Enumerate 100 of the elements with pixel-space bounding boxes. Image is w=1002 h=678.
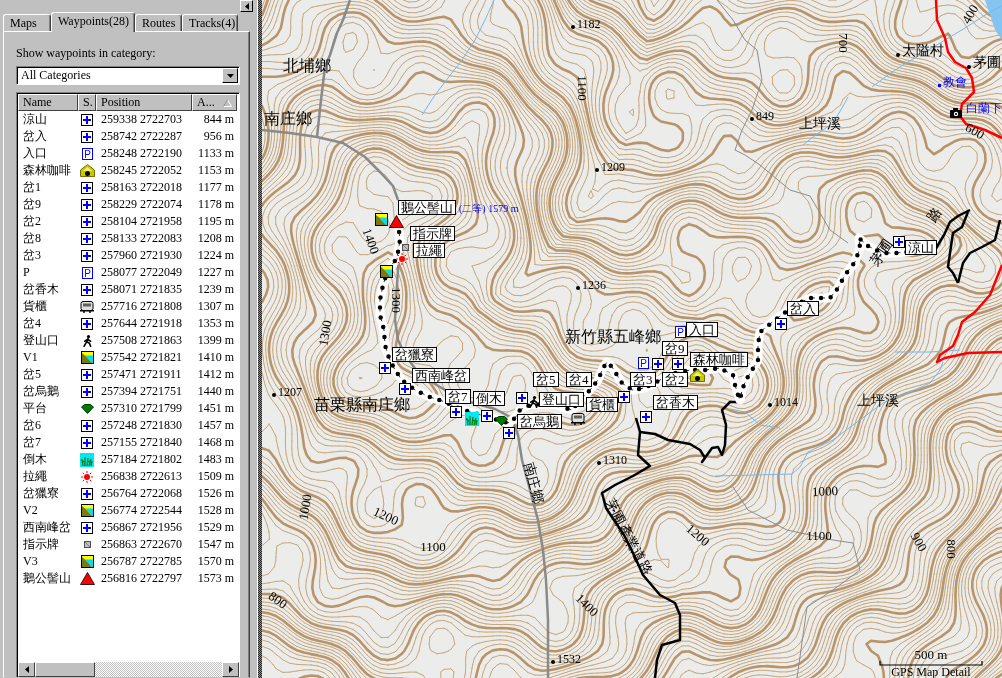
table-cell-text: 258163 2722018 [100, 179, 183, 196]
table-cell-text: 岔6 [22, 417, 42, 434]
grass-icon [80, 452, 94, 467]
plus-icon [672, 358, 684, 370]
summit-elevation-label: (二等) 1579 m [459, 204, 519, 214]
waypoint-label: 登山口 [539, 392, 584, 407]
table-cell-text: 258742 2722287 [100, 128, 183, 145]
table-cell-text: 258248 2722190 [100, 145, 183, 162]
table-cell-text: 1570 m [196, 553, 235, 570]
contour-label: 1000 [296, 493, 314, 521]
plus-icon [81, 368, 93, 381]
table-cell-text: 257248 2721830 [100, 417, 183, 434]
splitter[interactable] [255, 0, 262, 678]
plus-icon [81, 521, 93, 534]
contour-label: 1200 [371, 504, 401, 528]
table-cell-text: 1483 m [196, 451, 235, 468]
table-cell-text: V2 [22, 502, 39, 519]
column-header[interactable]: Name [18, 94, 78, 111]
waypoint-label: 岔烏鵝 [517, 414, 562, 429]
table-cell-text: 1177 m [197, 179, 235, 196]
waypoint-label: 鵝公髻山 [398, 200, 456, 215]
waypoint-label: 貨櫃 [586, 397, 618, 412]
column-header[interactable]: A... [192, 94, 237, 111]
table-cell-text: 256863 2722670 [100, 536, 183, 553]
table-cell-text: 257542 2721821 [100, 349, 183, 366]
point-marker-icon [576, 286, 580, 290]
table-cell-text: 1307 m [196, 298, 235, 315]
map-caption: GPS Map Detail [891, 666, 971, 678]
table-cell-text: 257310 2721799 [100, 400, 183, 417]
waypoint-label: 倒木 [473, 391, 505, 406]
table-cell-text: 258071 2721835 [100, 281, 183, 298]
tab[interactable]: Maps [3, 14, 51, 31]
table-cell-text: V1 [22, 349, 39, 366]
table-cell-text: 1529 m [196, 519, 235, 536]
road-name: 南庄鄉 [520, 460, 546, 506]
place-name: 白蘭下 [966, 102, 1002, 114]
collapse-button[interactable] [240, 0, 253, 12]
road-name: 路 [925, 205, 945, 225]
table-cell-text: 涼山 [22, 111, 48, 128]
tab[interactable]: Routes [135, 14, 182, 31]
table-cell-text: 844 m [202, 111, 235, 128]
waypoint-label: 涼山 [905, 240, 937, 255]
table-cell-text: 1399 m [196, 332, 235, 349]
table-cell-text: 956 m [202, 128, 235, 145]
contour-label: 700 [836, 33, 850, 53]
contour-label: 1200 [683, 521, 713, 549]
stream-name: 上坪溪 [857, 393, 899, 408]
table-cell-text: 1457 m [196, 417, 235, 434]
table-cell-text: 1153 m [197, 162, 235, 179]
spot-height-label: 1209 [601, 161, 625, 173]
table-cell-text: 1451 m [196, 400, 235, 417]
scroll-left-button[interactable] [18, 662, 35, 677]
table-cell-text: 257508 2721863 [100, 332, 183, 349]
parking-icon: P [81, 266, 93, 279]
table-cell-text: 岔香木 [22, 281, 60, 298]
plus-icon [379, 362, 391, 374]
spot-height-label: 1310 [603, 454, 627, 466]
table-cell-text: 1208 m [196, 230, 235, 247]
plus-icon [652, 358, 664, 370]
hiker-icon [82, 334, 92, 347]
point-marker-icon [896, 53, 900, 57]
tab[interactable]: Tracks(4) [182, 14, 238, 31]
table-cell-text: 258077 2722049 [100, 264, 183, 281]
plus-icon [81, 113, 93, 126]
category-label: Show waypoints in category: [16, 46, 157, 60]
topographic-map[interactable] [262, 0, 1002, 678]
column-header[interactable]: S. [78, 94, 96, 111]
table-cell-text: 鵝公髻山 [22, 570, 72, 587]
tab[interactable]: Waypoints(28) [51, 12, 135, 32]
region-name: 南庄鄉 [264, 110, 312, 127]
category-dropdown[interactable]: All Categories [16, 66, 240, 85]
plus-icon [81, 317, 93, 330]
column-header[interactable]: Position [96, 94, 192, 111]
scrollbar-thumb[interactable] [35, 662, 95, 677]
spot-height-label: 1014 [774, 396, 798, 408]
parking-icon: P [81, 147, 93, 160]
waypoint-label: 森林咖啡 [690, 352, 748, 367]
contour-label: 1400 [360, 226, 382, 256]
train-icon [571, 413, 585, 425]
contour-label: 1000 [811, 483, 839, 499]
table-cell-text: 岔入 [22, 128, 48, 145]
plus-icon [81, 385, 93, 398]
table-cell-text: 258104 2721958 [100, 213, 183, 230]
waypoint-label: 岔9 [662, 341, 688, 356]
plus-icon [81, 283, 93, 296]
stream-line [894, 349, 961, 353]
point-marker-icon [551, 660, 555, 664]
contour-label: 900 [908, 530, 930, 554]
parking-icon: P [675, 326, 686, 338]
table-cell-text: 258245 2722052 [100, 162, 183, 179]
region-name: 新竹縣五峰鄉 [565, 328, 661, 345]
scroll-right-button[interactable] [222, 662, 239, 677]
plus-icon [618, 391, 630, 403]
landscape-icon [80, 504, 94, 517]
contour-label: 1100 [575, 75, 589, 101]
dropdown-button[interactable] [222, 68, 238, 83]
table-cell-text: 登山口 [22, 332, 60, 349]
region-name: 苗栗縣南庄鄉 [314, 396, 410, 413]
plus-icon [775, 318, 787, 330]
hut-icon [79, 164, 95, 177]
